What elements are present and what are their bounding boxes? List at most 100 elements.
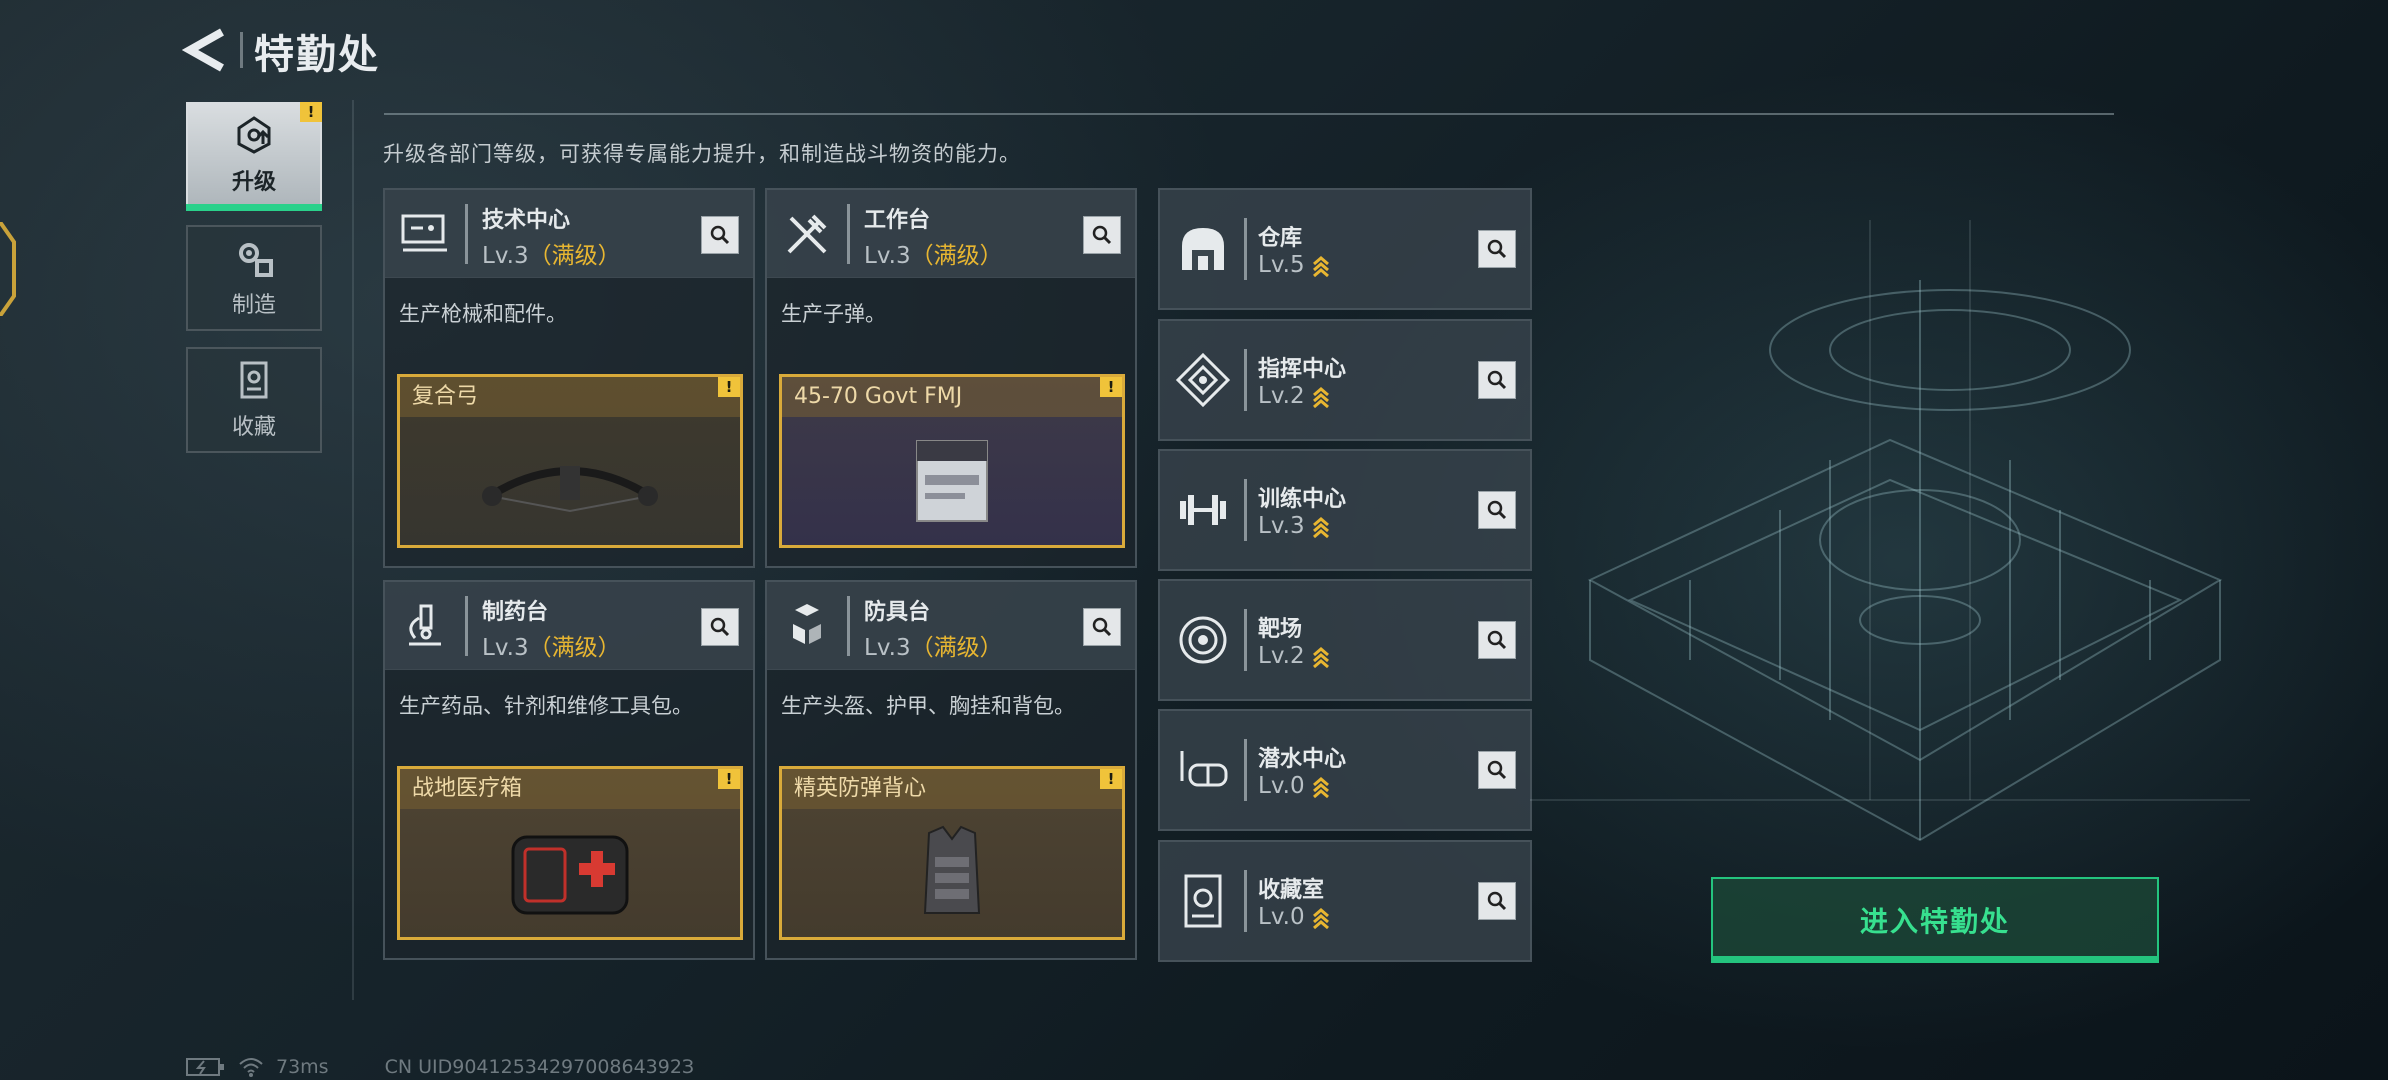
- upgrade-available-icon: [1312, 646, 1329, 668]
- wifi-icon: [239, 1058, 263, 1077]
- product-slot[interactable]: 战地医疗箱 !: [397, 766, 743, 940]
- dept-card-shooting-range[interactable]: 靶场 Lv.2: [1158, 579, 1532, 701]
- card-level: Lv.0: [1258, 773, 1331, 799]
- user-uid: CN UID9041253429700864392З: [384, 1056, 695, 1078]
- search-icon: [1487, 239, 1507, 259]
- command-center-icon: [1175, 352, 1231, 408]
- card-divider: [1244, 870, 1247, 932]
- card-description: 生产子弹。: [781, 302, 886, 326]
- dept-card-pharmacy[interactable]: 制药台 Lv.3（满级） 生产药品、针剂和维修工具包。 战地医疗箱 !: [383, 580, 755, 960]
- card-description: 生产头盔、护甲、胸挂和背包。: [781, 694, 1075, 718]
- dept-card-diving-center[interactable]: 潜水中心 Lv.0: [1158, 709, 1532, 831]
- search-icon: [1487, 370, 1507, 390]
- nav-label-upgrade: 升级: [231, 170, 276, 195]
- maxed-tag: （满级）: [910, 635, 1003, 661]
- dept-card-armor-bench[interactable]: 防具台 Lv.3（满级） 生产头盔、护甲、胸挂和背包。 精英防弹背心 !: [765, 580, 1137, 960]
- level-value: Lv.3: [864, 635, 911, 661]
- card-divider: [1244, 479, 1247, 541]
- divider-line: [352, 100, 354, 1000]
- status-bar: 73ms CN UID9041253429700864392З: [186, 1056, 694, 1078]
- level-value: Lv.2: [1258, 643, 1305, 669]
- dept-card-collection-room[interactable]: 收藏室 Lv.0: [1158, 840, 1532, 962]
- body-armor-image: [782, 809, 1122, 937]
- edge-decoration: [0, 220, 16, 318]
- inspect-button[interactable]: [1478, 230, 1516, 268]
- inspect-button[interactable]: [701, 608, 739, 646]
- alert-badge: !: [300, 102, 322, 122]
- card-divider: [465, 596, 468, 656]
- search-icon: [710, 617, 730, 637]
- level-value: Lv.3: [1258, 513, 1305, 539]
- card-title: 收藏室: [1258, 878, 1325, 903]
- card-title: 防具台: [864, 600, 931, 625]
- search-icon: [1487, 891, 1507, 911]
- back-arrow-icon: [181, 28, 224, 72]
- card-level: Lv.3: [1258, 513, 1331, 539]
- alert-badge: !: [718, 377, 740, 397]
- enter-special-ops-button[interactable]: 进入特勤处: [1711, 877, 2159, 963]
- inspect-button[interactable]: [1478, 361, 1516, 399]
- product-slot[interactable]: 45-70 Govt FMJ !: [779, 374, 1125, 548]
- nav-tab-collection[interactable]: 收藏: [186, 347, 322, 453]
- product-slot[interactable]: 精英防弹背心 !: [779, 766, 1125, 940]
- inspect-button[interactable]: [701, 216, 739, 254]
- card-divider: [1244, 609, 1247, 671]
- card-level: Lv.3（满级）: [482, 236, 621, 270]
- card-level: Lv.3（满级）: [864, 236, 1003, 270]
- card-divider: [847, 596, 850, 656]
- armor-blocks-icon: [793, 604, 821, 644]
- maxed-tag: （满级）: [528, 243, 621, 269]
- card-description: 生产药品、针剂和维修工具包。: [399, 694, 693, 718]
- card-divider: [1244, 218, 1247, 280]
- nav-tab-craft[interactable]: 制造: [186, 225, 322, 331]
- card-level: Lv.2: [1258, 383, 1331, 409]
- dept-card-command-center[interactable]: 指挥中心 Lv.2: [1158, 319, 1532, 441]
- inspect-button[interactable]: [1478, 621, 1516, 659]
- back-button[interactable]: [181, 20, 232, 80]
- page-title: 特勤处: [254, 32, 380, 78]
- card-divider: [847, 204, 850, 264]
- base-blueprint-illustration: [1530, 160, 2250, 860]
- medkit-image: [400, 809, 740, 937]
- dept-card-workbench[interactable]: 工作台 Lv.3（满级） 生产子弹。 45-70 Govt FMJ !: [765, 188, 1137, 568]
- card-level: Lv.0: [1258, 904, 1331, 930]
- level-value: Lv.5: [1258, 252, 1305, 278]
- level-value: Lv.3: [482, 243, 529, 269]
- card-header: 技术中心 Lv.3（满级）: [385, 190, 753, 278]
- upgrade-available-icon: [1312, 386, 1329, 408]
- search-icon: [1487, 760, 1507, 780]
- dept-card-training-center[interactable]: 训练中心 Lv.3: [1158, 449, 1532, 571]
- inspect-button[interactable]: [1478, 491, 1516, 529]
- card-header: 制药台 Lv.3（满级）: [385, 582, 753, 670]
- inspect-button[interactable]: [1478, 751, 1516, 789]
- inspect-button[interactable]: [1478, 882, 1516, 920]
- search-icon: [1487, 500, 1507, 520]
- product-name: 精英防弹背心: [782, 769, 1122, 809]
- card-title: 指挥中心: [1258, 357, 1347, 382]
- tools-icon: [787, 214, 827, 254]
- level-value: Lv.0: [1258, 904, 1305, 930]
- microscope-icon: [409, 604, 441, 646]
- dept-card-warehouse[interactable]: 仓库 Lv.5: [1158, 188, 1532, 310]
- ammo-box-image: [782, 417, 1122, 545]
- card-level: Lv.3（满级）: [864, 628, 1003, 662]
- upgrade-available-icon: [1312, 255, 1329, 277]
- maxed-tag: （满级）: [528, 635, 621, 661]
- inspect-button[interactable]: [1083, 216, 1121, 254]
- active-tab-indicator: [186, 204, 322, 211]
- card-level: Lv.2: [1258, 643, 1331, 669]
- computer-icon: [401, 214, 447, 252]
- collection-room-icon: [1184, 874, 1222, 928]
- upgrade-icon: [237, 116, 271, 154]
- dept-card-tech-center[interactable]: 技术中心 Lv.3（满级） 生产枪械和配件。 复合弓 !: [383, 188, 755, 568]
- divider-line: [384, 113, 2114, 115]
- header-divider: [240, 32, 243, 68]
- maxed-tag: （满级）: [910, 243, 1003, 269]
- search-icon: [710, 225, 730, 245]
- card-header: 防具台 Lv.3（满级）: [767, 582, 1135, 670]
- section-description: 升级各部门等级，可获得专属能力提升，和制造战斗物资的能力。: [383, 142, 1021, 166]
- card-level: Lv.3（满级）: [482, 628, 621, 662]
- inspect-button[interactable]: [1083, 608, 1121, 646]
- product-slot[interactable]: 复合弓 !: [397, 374, 743, 548]
- dumbbell-icon: [1180, 495, 1226, 525]
